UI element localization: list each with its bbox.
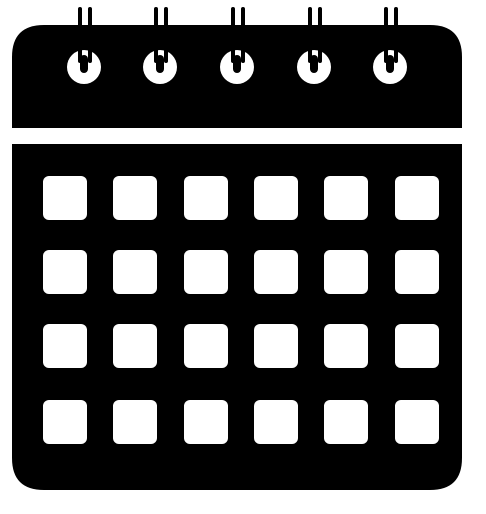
date-cell [184,176,228,220]
date-cell [324,400,368,444]
date-cell [113,400,157,444]
date-cell [184,400,228,444]
date-cell [113,324,157,368]
date-cell [254,324,298,368]
date-cell [43,176,87,220]
date-cell [395,400,439,444]
date-cell [43,250,87,294]
date-cell [43,324,87,368]
date-cell [324,250,368,294]
date-cell [395,250,439,294]
date-cell [254,176,298,220]
date-cell [254,400,298,444]
date-cell [113,176,157,220]
date-cell [324,324,368,368]
date-cell [395,324,439,368]
date-cell [184,324,228,368]
date-cell [113,250,157,294]
calendar-icon [12,7,462,490]
date-cell [184,250,228,294]
date-cell [395,176,439,220]
date-cell [324,176,368,220]
date-cell [43,400,87,444]
date-cell [254,250,298,294]
